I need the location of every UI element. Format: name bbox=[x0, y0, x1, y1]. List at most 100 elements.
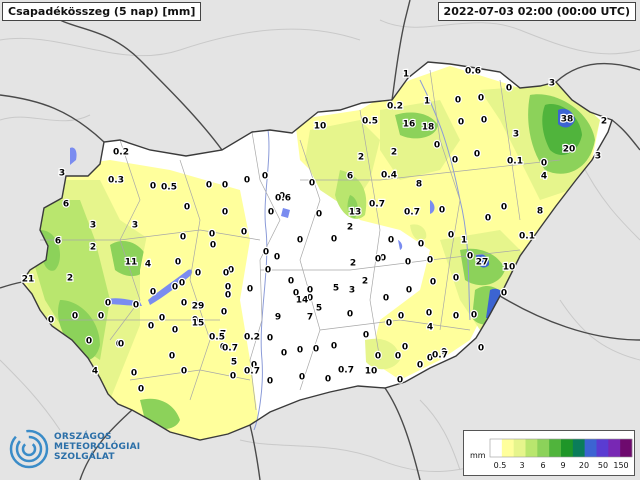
station-value: 0 bbox=[388, 236, 394, 246]
station-value: 0 bbox=[225, 291, 231, 301]
legend-tick: 50 bbox=[597, 461, 609, 470]
legend-swatch bbox=[525, 439, 538, 457]
station-value: 0 bbox=[244, 176, 250, 186]
station-value: 0 bbox=[133, 301, 139, 311]
station-value: 3 bbox=[132, 221, 138, 231]
legend-tick: 6 bbox=[540, 461, 546, 470]
station-value: 10 bbox=[314, 122, 327, 132]
station-value: 0 bbox=[230, 372, 236, 382]
station-value: 11 bbox=[125, 258, 138, 268]
station-value: 0 bbox=[386, 319, 392, 329]
legend-tick: 3 bbox=[519, 461, 525, 470]
legend-unit: mm bbox=[470, 451, 486, 460]
station-value: 2 bbox=[601, 117, 607, 127]
legend-swatch bbox=[561, 439, 574, 457]
station-value: 0 bbox=[209, 230, 215, 240]
station-value: 8 bbox=[416, 180, 422, 190]
station-value: 0 bbox=[417, 361, 423, 371]
station-value: 5 bbox=[316, 304, 322, 314]
station-value: 0 bbox=[118, 340, 124, 350]
station-value: 0 bbox=[405, 258, 411, 268]
station-value: 3 bbox=[595, 152, 601, 162]
station-value: 0 bbox=[375, 255, 381, 265]
station-value: 0 bbox=[434, 141, 440, 151]
station-value: 2 bbox=[358, 153, 364, 163]
station-value: 9 bbox=[275, 313, 281, 323]
station-value: 2 bbox=[347, 223, 353, 233]
station-value: 0.2 bbox=[113, 148, 129, 158]
station-value: 0.7 bbox=[244, 367, 260, 377]
station-value: 6 bbox=[63, 200, 69, 210]
station-value: 0 bbox=[506, 84, 512, 94]
station-value: 0 bbox=[471, 311, 477, 321]
station-value: 0 bbox=[206, 181, 212, 191]
station-value: 0 bbox=[221, 308, 227, 318]
station-value: 0 bbox=[48, 316, 54, 326]
station-value: 0 bbox=[148, 322, 154, 332]
station-value: 2 bbox=[391, 148, 397, 158]
station-value: 3 bbox=[349, 286, 355, 296]
logo-line-3: SZOLGÁLAT bbox=[54, 452, 115, 462]
station-value: 0 bbox=[86, 337, 92, 347]
station-value: 10 bbox=[365, 367, 378, 377]
station-value: 0 bbox=[397, 376, 403, 386]
omsz-logo: ORSZÁGOS METEOROLÓGIAI SZOLGÁLAT bbox=[8, 426, 158, 476]
station-value: 29 bbox=[192, 302, 205, 312]
legend-tick: 9 bbox=[560, 461, 566, 470]
station-value: 0 bbox=[265, 266, 271, 276]
station-value: 16 bbox=[403, 120, 416, 130]
station-value: 0 bbox=[175, 258, 181, 268]
station-value: 0.7 bbox=[338, 366, 354, 376]
logo-line-1: ORSZÁGOS bbox=[54, 432, 112, 442]
map-title: Csapadékösszeg (5 nap) [mm] bbox=[2, 2, 202, 21]
station-value: 0 bbox=[406, 286, 412, 296]
station-value: 0 bbox=[347, 310, 353, 320]
station-value: 1 bbox=[403, 70, 409, 80]
station-value: 0.4 bbox=[381, 171, 397, 181]
precipitation-map: 0.610 00 310.20 010 0.5 16 1838 20032030.2 22 00.… bbox=[0, 0, 640, 480]
station-value: 4 bbox=[145, 260, 151, 270]
station-value: 0 bbox=[426, 309, 432, 319]
station-value: 0.6 bbox=[275, 194, 291, 204]
station-value: 0.1 bbox=[519, 232, 535, 242]
legend-tick: 0.5 bbox=[493, 461, 507, 470]
station-value: 0 bbox=[297, 236, 303, 246]
station-value: 0.3 bbox=[108, 176, 124, 186]
station-value: 0 bbox=[481, 116, 487, 126]
logo-line-2: METEOROLÓGIAI bbox=[54, 442, 141, 452]
station-value: 0 bbox=[398, 312, 404, 322]
legend-tick: 150 bbox=[613, 461, 629, 470]
station-value: 5 bbox=[333, 284, 339, 294]
station-value: 0 bbox=[179, 279, 185, 289]
station-value: 0 bbox=[274, 253, 280, 263]
station-value: 0 bbox=[478, 344, 484, 354]
station-value: 0 bbox=[453, 274, 459, 284]
station-value: 0 bbox=[309, 179, 315, 189]
station-value: 0 bbox=[150, 288, 156, 298]
station-value: 2 bbox=[362, 277, 368, 287]
station-value: 3 bbox=[549, 79, 555, 89]
map-timestamp: 2022-07-03 02:00 (00:00 UTC) bbox=[437, 2, 636, 21]
legend-swatch bbox=[596, 439, 609, 457]
station-value: 0 bbox=[281, 349, 287, 359]
station-value: 2 bbox=[90, 243, 96, 253]
station-value: 21 bbox=[22, 275, 35, 285]
legend-tick: 20 bbox=[578, 461, 590, 470]
legend-color-bar bbox=[489, 438, 633, 458]
station-value: 4 bbox=[427, 323, 433, 333]
station-value: 0 bbox=[313, 345, 319, 355]
station-value: 0.2 bbox=[387, 102, 403, 112]
legend-swatch bbox=[572, 439, 585, 457]
station-value: 0 bbox=[223, 269, 229, 279]
station-value: 0 bbox=[181, 299, 187, 309]
station-value: 0 bbox=[455, 96, 461, 106]
station-value: 0 bbox=[222, 181, 228, 191]
station-value: 0 bbox=[427, 256, 433, 266]
station-value: 0 bbox=[131, 369, 137, 379]
station-value: 0 bbox=[448, 231, 454, 241]
station-value: 0 bbox=[541, 159, 547, 169]
station-value: 0 bbox=[452, 156, 458, 166]
station-value: 0 bbox=[210, 241, 216, 251]
station-value: 0 bbox=[467, 252, 473, 262]
station-value: 0 bbox=[501, 289, 507, 299]
